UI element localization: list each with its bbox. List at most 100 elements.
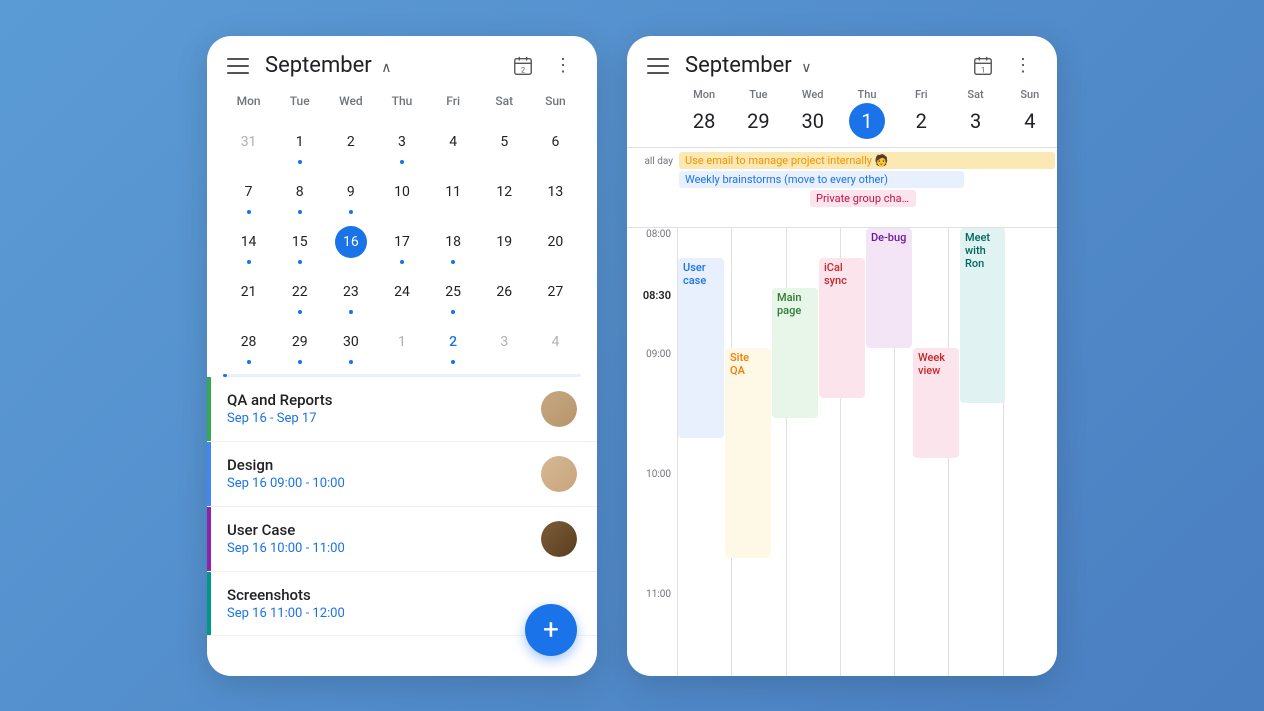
cal-day[interactable]: 23 xyxy=(325,268,376,318)
allday-event-email[interactable]: Use email to manage project internally 🧑 xyxy=(679,152,1055,169)
event-week-view[interactable]: Week view xyxy=(913,348,959,458)
week-day-col-sun[interactable]: Sun 4 xyxy=(1003,88,1057,139)
cal-day[interactable]: 20 xyxy=(530,218,581,268)
time-col[interactable] xyxy=(948,648,1002,676)
cal-day[interactable]: 3 xyxy=(479,318,530,368)
week-day-col-thu[interactable]: Thu 1 xyxy=(840,88,894,139)
cal-day[interactable]: 1 xyxy=(376,318,427,368)
cal-day[interactable]: 29 xyxy=(274,318,325,368)
calendar-today-icon[interactable]: 2 xyxy=(509,52,537,80)
cal-day[interactable]: 2 xyxy=(428,318,479,368)
time-label-1000: 10:00 xyxy=(627,468,677,528)
allday-event-private[interactable]: Private group chats xyxy=(810,190,916,207)
time-col[interactable] xyxy=(894,648,948,676)
time-col[interactable] xyxy=(1003,648,1057,676)
event-meet-ron[interactable]: Meet with Ron xyxy=(960,228,1005,403)
time-col[interactable] xyxy=(948,468,1002,528)
cal-day[interactable]: 2 xyxy=(325,118,376,168)
cal-day[interactable]: 21 xyxy=(223,268,274,318)
time-col[interactable] xyxy=(786,528,840,588)
right-menu-icon[interactable] xyxy=(647,58,669,74)
time-col[interactable] xyxy=(840,528,894,588)
cal-day[interactable]: 9 xyxy=(325,168,376,218)
cal-day[interactable]: 13 xyxy=(530,168,581,218)
right-more-options-icon[interactable]: ⋮ xyxy=(1009,52,1037,80)
time-col[interactable] xyxy=(731,228,785,288)
week-day-col-wed[interactable]: Wed 30 xyxy=(786,88,840,139)
week-day-col-tue[interactable]: Tue 29 xyxy=(731,88,785,139)
time-col[interactable] xyxy=(786,588,840,648)
cal-day[interactable]: 25 xyxy=(428,268,479,318)
time-col[interactable] xyxy=(1003,288,1057,348)
event-item-user-case[interactable]: User Case Sep 16 10:00 - 11:00 xyxy=(207,507,597,572)
left-header-icons: 2 ⋮ xyxy=(509,52,577,80)
cal-day-today[interactable]: 16 xyxy=(325,218,376,268)
cal-day[interactable]: 27 xyxy=(530,268,581,318)
time-col[interactable] xyxy=(948,528,1002,588)
event-info: QA and Reports Sep 16 - Sep 17 xyxy=(227,391,541,426)
time-col[interactable] xyxy=(786,468,840,528)
time-col[interactable] xyxy=(894,588,948,648)
time-col[interactable] xyxy=(894,528,948,588)
cal-day[interactable]: 24 xyxy=(376,268,427,318)
cal-day[interactable]: 26 xyxy=(479,268,530,318)
cal-day[interactable]: 15 xyxy=(274,218,325,268)
chevron-up-icon[interactable]: ∧ xyxy=(381,60,391,76)
event-debug[interactable]: De-bug xyxy=(866,228,912,348)
time-col[interactable] xyxy=(840,588,894,648)
cal-day[interactable]: 1 xyxy=(274,118,325,168)
event-main-page[interactable]: Main page xyxy=(772,288,818,418)
week-day-col-sat[interactable]: Sat 3 xyxy=(948,88,1002,139)
time-col[interactable] xyxy=(1003,468,1057,528)
time-col[interactable] xyxy=(731,588,785,648)
week-day-col-fri[interactable]: Fri 2 xyxy=(894,88,948,139)
cal-day[interactable]: 4 xyxy=(530,318,581,368)
menu-icon[interactable] xyxy=(227,58,249,74)
cal-day[interactable]: 14 xyxy=(223,218,274,268)
cal-day[interactable]: 19 xyxy=(479,218,530,268)
time-col[interactable] xyxy=(840,648,894,676)
event-site-qa[interactable]: Site QA xyxy=(725,348,771,558)
week-day-col-mon[interactable]: Mon 28 xyxy=(677,88,731,139)
time-col[interactable] xyxy=(677,468,731,528)
time-col[interactable] xyxy=(894,468,948,528)
right-calendar-icon[interactable]: 1 xyxy=(969,52,997,80)
cal-day[interactable]: 30 xyxy=(325,318,376,368)
time-col[interactable] xyxy=(1003,228,1057,288)
time-col[interactable] xyxy=(948,588,1002,648)
time-col[interactable] xyxy=(677,528,731,588)
cal-day[interactable]: 10 xyxy=(376,168,427,218)
event-user-case[interactable]: User case xyxy=(678,258,724,438)
cal-day[interactable]: 3 xyxy=(376,118,427,168)
cal-day[interactable]: 7 xyxy=(223,168,274,218)
cal-day[interactable]: 22 xyxy=(274,268,325,318)
cal-day[interactable]: 4 xyxy=(428,118,479,168)
event-ical-sync[interactable]: iCal sync xyxy=(819,258,865,398)
time-col[interactable] xyxy=(840,468,894,528)
more-options-icon[interactable]: ⋮ xyxy=(549,52,577,80)
cal-day[interactable]: 17 xyxy=(376,218,427,268)
event-item-qa-reports[interactable]: QA and Reports Sep 16 - Sep 17 xyxy=(207,377,597,442)
time-col[interactable] xyxy=(731,648,785,676)
allday-event-title: Private group chats xyxy=(816,192,911,205)
allday-event-brainstorms[interactable]: Weekly brainstorms (move to every other) xyxy=(679,171,964,188)
fab-add-event[interactable]: + xyxy=(525,604,577,656)
cal-day[interactable]: 8 xyxy=(274,168,325,218)
event-item-design[interactable]: Design Sep 16 09:00 - 10:00 xyxy=(207,442,597,507)
time-col[interactable] xyxy=(677,648,731,676)
time-col[interactable] xyxy=(786,648,840,676)
cal-day[interactable]: 12 xyxy=(479,168,530,218)
time-col[interactable] xyxy=(840,408,894,468)
cal-day[interactable]: 28 xyxy=(223,318,274,368)
cal-day[interactable]: 31 xyxy=(223,118,274,168)
cal-day[interactable]: 18 xyxy=(428,218,479,268)
cal-day[interactable]: 6 xyxy=(530,118,581,168)
time-col[interactable] xyxy=(1003,528,1057,588)
time-col[interactable] xyxy=(1003,408,1057,468)
cal-day[interactable]: 11 xyxy=(428,168,479,218)
right-chevron-down-icon[interactable]: ∨ xyxy=(801,60,811,76)
time-col[interactable] xyxy=(1003,348,1057,408)
time-col[interactable] xyxy=(1003,588,1057,648)
cal-day[interactable]: 5 xyxy=(479,118,530,168)
time-col[interactable] xyxy=(677,588,731,648)
